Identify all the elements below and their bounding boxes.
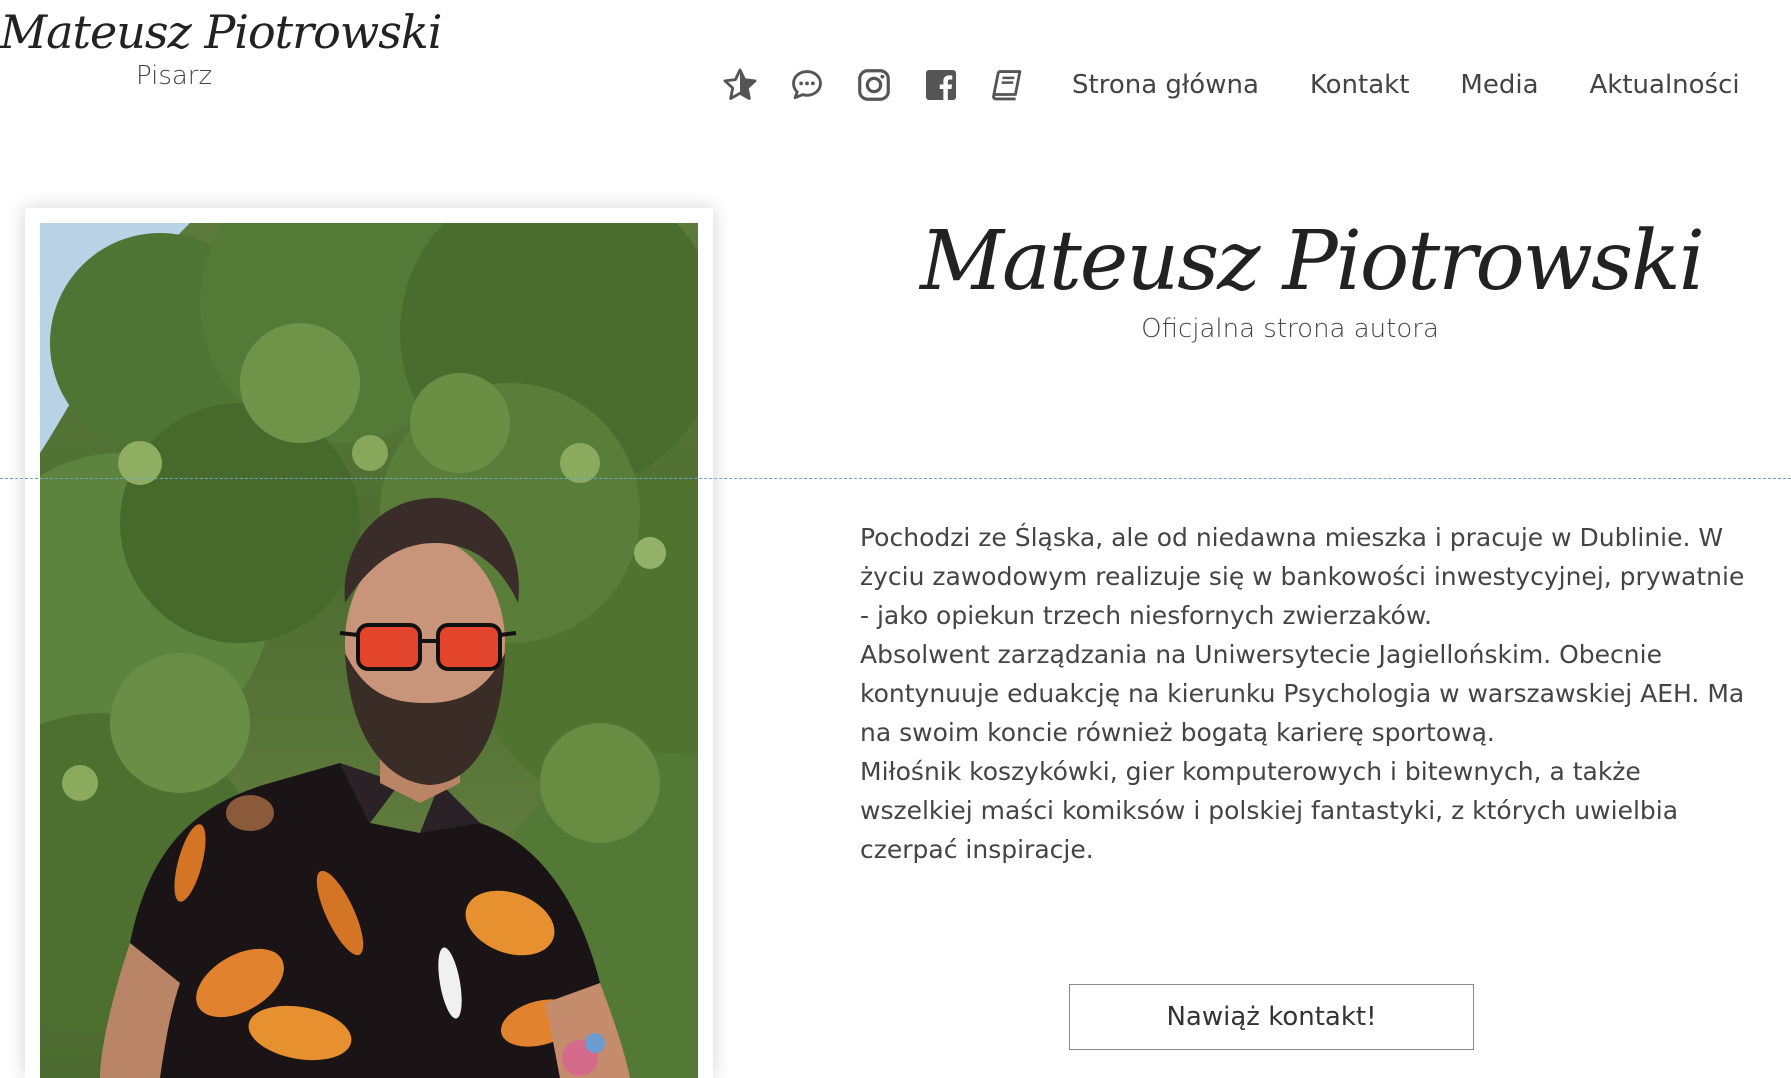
contact-button[interactable]: Nawiąż kontakt! <box>1069 984 1474 1050</box>
nav-link-media[interactable]: Media <box>1460 70 1538 100</box>
guide-line <box>0 478 1791 479</box>
bio-paragraph: Miłośnik koszykówki, gier komputerowych … <box>860 757 1679 864</box>
hero-title: Mateusz Piotrowski <box>920 214 1705 309</box>
nav-link-home[interactable]: Strona główna <box>1072 70 1259 100</box>
nav-link-contact[interactable]: Kontakt <box>1310 70 1410 100</box>
book-icon[interactable] <box>988 65 1028 105</box>
chat-icon[interactable] <box>787 65 827 105</box>
main-nav: Strona główna Kontakt Media Aktualności <box>720 60 1740 110</box>
hero-subtitle: Oficjalna strona autora <box>1141 314 1439 344</box>
logo-name: Mateusz Piotrowski <box>0 5 442 59</box>
instagram-icon[interactable] <box>854 65 894 105</box>
nav-link-news[interactable]: Aktualności <box>1590 70 1740 100</box>
author-photo <box>40 223 698 1078</box>
site-logo[interactable]: Mateusz Piotrowski Pisarz <box>0 4 442 91</box>
star-icon[interactable] <box>720 65 760 105</box>
facebook-icon[interactable] <box>921 65 961 105</box>
bio-paragraph: Pochodzi ze Śląska, ale od niedawna mies… <box>860 523 1745 630</box>
logo-subtitle: Pisarz <box>136 61 213 91</box>
nav-links: Strona główna Kontakt Media Aktualności <box>1072 70 1740 100</box>
bio-text: Pochodzi ze Śląska, ale od niedawna mies… <box>860 518 1760 869</box>
bio-paragraph: Absolwent zarządzania na Uniwersytecie J… <box>860 640 1745 747</box>
author-photo-frame <box>25 208 713 1078</box>
